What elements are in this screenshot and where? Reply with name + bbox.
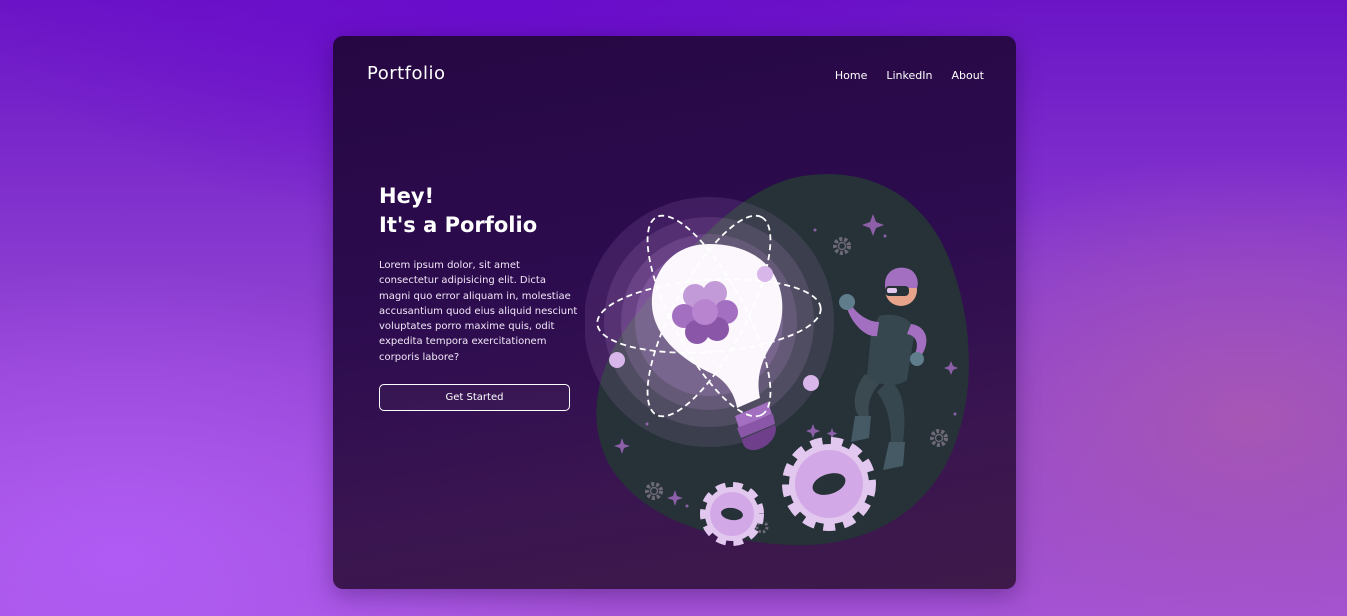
- get-started-button[interactable]: Get Started: [379, 384, 570, 411]
- hero-title: Hey! It's a Porfolio: [379, 182, 537, 240]
- idea-illustration: [585, 174, 969, 546]
- top-nav: Home LinkedIn About: [835, 69, 984, 82]
- hero-title-line2: It's a Porfolio: [379, 213, 538, 237]
- portfolio-card: Portfolio Home LinkedIn About Hey! It's …: [333, 36, 1016, 589]
- gear-large-icon: [782, 437, 876, 531]
- nav-linkedin-link[interactable]: LinkedIn: [886, 69, 932, 82]
- gear-small-icon: [700, 482, 764, 546]
- nav-home-link[interactable]: Home: [835, 69, 867, 82]
- hero-description: Lorem ipsum dolor, sit amet consectetur …: [379, 260, 578, 363]
- brand-logo[interactable]: Portfolio: [367, 63, 446, 84]
- nav-about-link[interactable]: About: [951, 69, 984, 82]
- hero-title-line1: Hey!: [379, 184, 435, 208]
